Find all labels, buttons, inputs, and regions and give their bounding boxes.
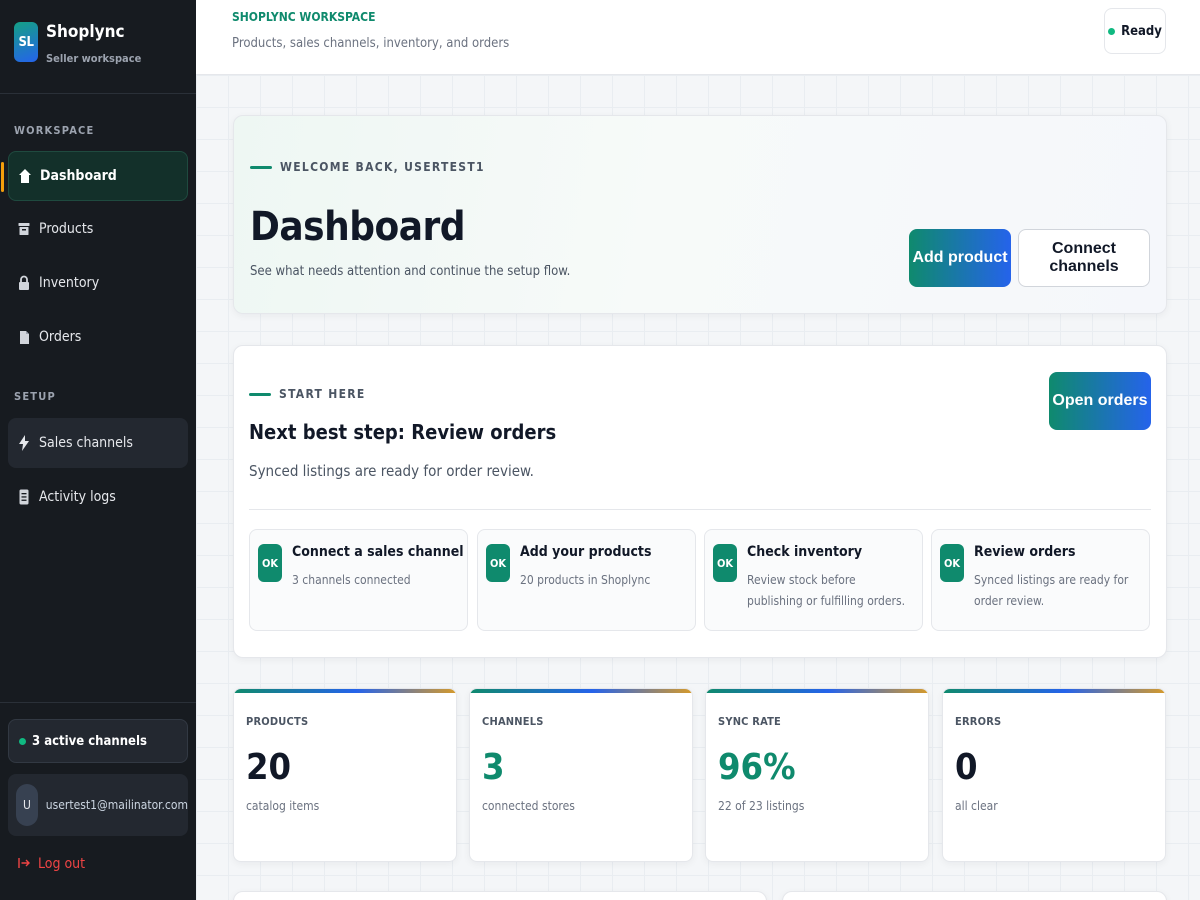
sidebar-item-inventory[interactable]: Inventory: [8, 258, 188, 308]
bottom-panel-right: [782, 891, 1167, 900]
avatar: U: [16, 784, 38, 826]
ok-badge: OK: [258, 544, 282, 582]
start-eyebrow: START HERE: [249, 387, 366, 401]
sidebar-divider: [0, 702, 196, 703]
step-card-add-products[interactable]: OK Add your products 20 products in Shop…: [477, 529, 696, 631]
step-title: Check inventory: [747, 544, 863, 560]
document-icon: [17, 329, 31, 345]
active-channels-label: 3 active channels: [32, 733, 147, 749]
workspace-subtitle: Products, sales channels, inventory, and…: [232, 36, 510, 51]
main-content: WELCOME BACK, USERTEST1 Dashboard See wh…: [196, 75, 1200, 900]
welcome-hero: WELCOME BACK, USERTEST1 Dashboard See wh…: [233, 115, 1167, 314]
home-icon: [18, 168, 32, 184]
step-description: 3 channels connected: [292, 573, 411, 587]
page-title: Dashboard: [250, 204, 466, 250]
sidebar-item-products[interactable]: Products: [8, 204, 188, 254]
sidebar-item-activity-logs[interactable]: Activity logs: [8, 472, 188, 522]
sidebar-item-label: Products: [39, 221, 94, 237]
step-title: Add your products: [520, 544, 652, 560]
log-icon: [17, 489, 31, 505]
stat-caption: 22 of 23 listings: [718, 799, 805, 813]
sidebar-item-label: Activity logs: [39, 489, 116, 505]
connect-channels-button[interactable]: Connect channels: [1018, 229, 1150, 287]
stat-card-errors[interactable]: ERRORS 0 all clear: [942, 688, 1166, 862]
status-label: Ready: [1121, 23, 1162, 39]
brand-logo: SL: [14, 22, 38, 62]
sidebar-divider: [0, 93, 196, 94]
sidebar-item-label: Sales channels: [39, 435, 133, 451]
stat-caption: all clear: [955, 799, 998, 813]
logout-icon: [18, 857, 30, 872]
ok-badge: OK: [940, 544, 964, 582]
step-description: Synced listings are ready for order revi…: [974, 573, 1129, 608]
active-channels-status[interactable]: 3 active channels: [8, 719, 188, 763]
stat-card-products[interactable]: PRODUCTS 20 catalog items: [233, 688, 457, 862]
status-dot-icon: [1108, 27, 1116, 35]
stat-label: ERRORS: [955, 715, 1002, 728]
add-product-button[interactable]: Add product: [909, 229, 1011, 287]
stat-caption: connected stores: [482, 799, 575, 813]
next-step-title: Next best step: Review orders: [249, 420, 557, 444]
stat-label: SYNC RATE: [718, 715, 782, 728]
step-description: Review stock before publishing or fulfil…: [747, 573, 906, 608]
ok-badge: OK: [486, 544, 510, 582]
logout-label: Log out: [38, 856, 86, 872]
lightning-icon: [17, 435, 31, 451]
step-card-check-inventory[interactable]: OK Check inventory Review stock before p…: [704, 529, 923, 631]
stat-value: 20: [246, 747, 292, 788]
box-icon: [17, 221, 31, 237]
step-title: Connect a sales channel: [292, 544, 464, 560]
page-subtitle: See what needs attention and continue th…: [250, 264, 571, 279]
start-here-panel: START HERE Next best step: Review orders…: [233, 345, 1167, 658]
section-label-setup: SETUP: [14, 390, 56, 403]
stat-value: 3: [482, 747, 505, 788]
stat-caption: catalog items: [246, 799, 320, 813]
open-orders-button[interactable]: Open orders: [1049, 372, 1151, 430]
brand[interactable]: SL Shoplync Seller workspace: [14, 22, 141, 65]
stat-value: 96%: [718, 747, 796, 788]
welcome-eyebrow: WELCOME BACK, USERTEST1: [250, 160, 485, 174]
status-badge[interactable]: Ready: [1104, 8, 1166, 54]
ok-badge: OK: [713, 544, 737, 582]
step-card-connect-channel[interactable]: OK Connect a sales channel 3 channels co…: [249, 529, 468, 631]
top-header: SHOPLYNC WORKSPACE Products, sales chann…: [196, 0, 1200, 75]
divider: [249, 509, 1151, 510]
sidebar-item-label: Dashboard: [40, 168, 117, 184]
brand-name: Shoplync: [46, 22, 125, 42]
stat-label: CHANNELS: [482, 715, 544, 728]
logout-button[interactable]: Log out: [18, 856, 85, 872]
step-description: 20 products in Shoplync: [520, 573, 651, 587]
sidebar-item-orders[interactable]: Orders: [8, 312, 188, 362]
stat-card-channels[interactable]: CHANNELS 3 connected stores: [469, 688, 693, 862]
workspace-title: SHOPLYNC WORKSPACE: [232, 10, 376, 24]
user-email: usertest1@mailinator.com: [45, 798, 188, 812]
stat-label: PRODUCTS: [246, 715, 309, 728]
brand-subtitle: Seller workspace: [46, 52, 142, 65]
sidebar-item-label: Inventory: [39, 275, 100, 291]
stat-card-sync-rate[interactable]: SYNC RATE 96% 22 of 23 listings: [705, 688, 929, 862]
lock-icon: [17, 275, 31, 291]
user-card[interactable]: U usertest1@mailinator.com: [8, 774, 188, 836]
status-dot-icon: [19, 737, 26, 745]
sidebar-item-sales-channels[interactable]: Sales channels: [8, 418, 188, 468]
step-card-review-orders[interactable]: OK Review orders Synced listings are rea…: [931, 529, 1150, 631]
sidebar-item-label: Orders: [39, 329, 82, 345]
section-label-workspace: WORKSPACE: [14, 124, 95, 137]
step-title: Review orders: [974, 544, 1076, 560]
stat-value: 0: [955, 747, 978, 788]
next-step-subtitle: Synced listings are ready for order revi…: [249, 462, 534, 480]
sidebar: SL Shoplync Seller workspace WORKSPACE D…: [0, 0, 196, 900]
sidebar-item-dashboard[interactable]: Dashboard: [1, 151, 188, 201]
bottom-panel-left: [233, 891, 767, 900]
